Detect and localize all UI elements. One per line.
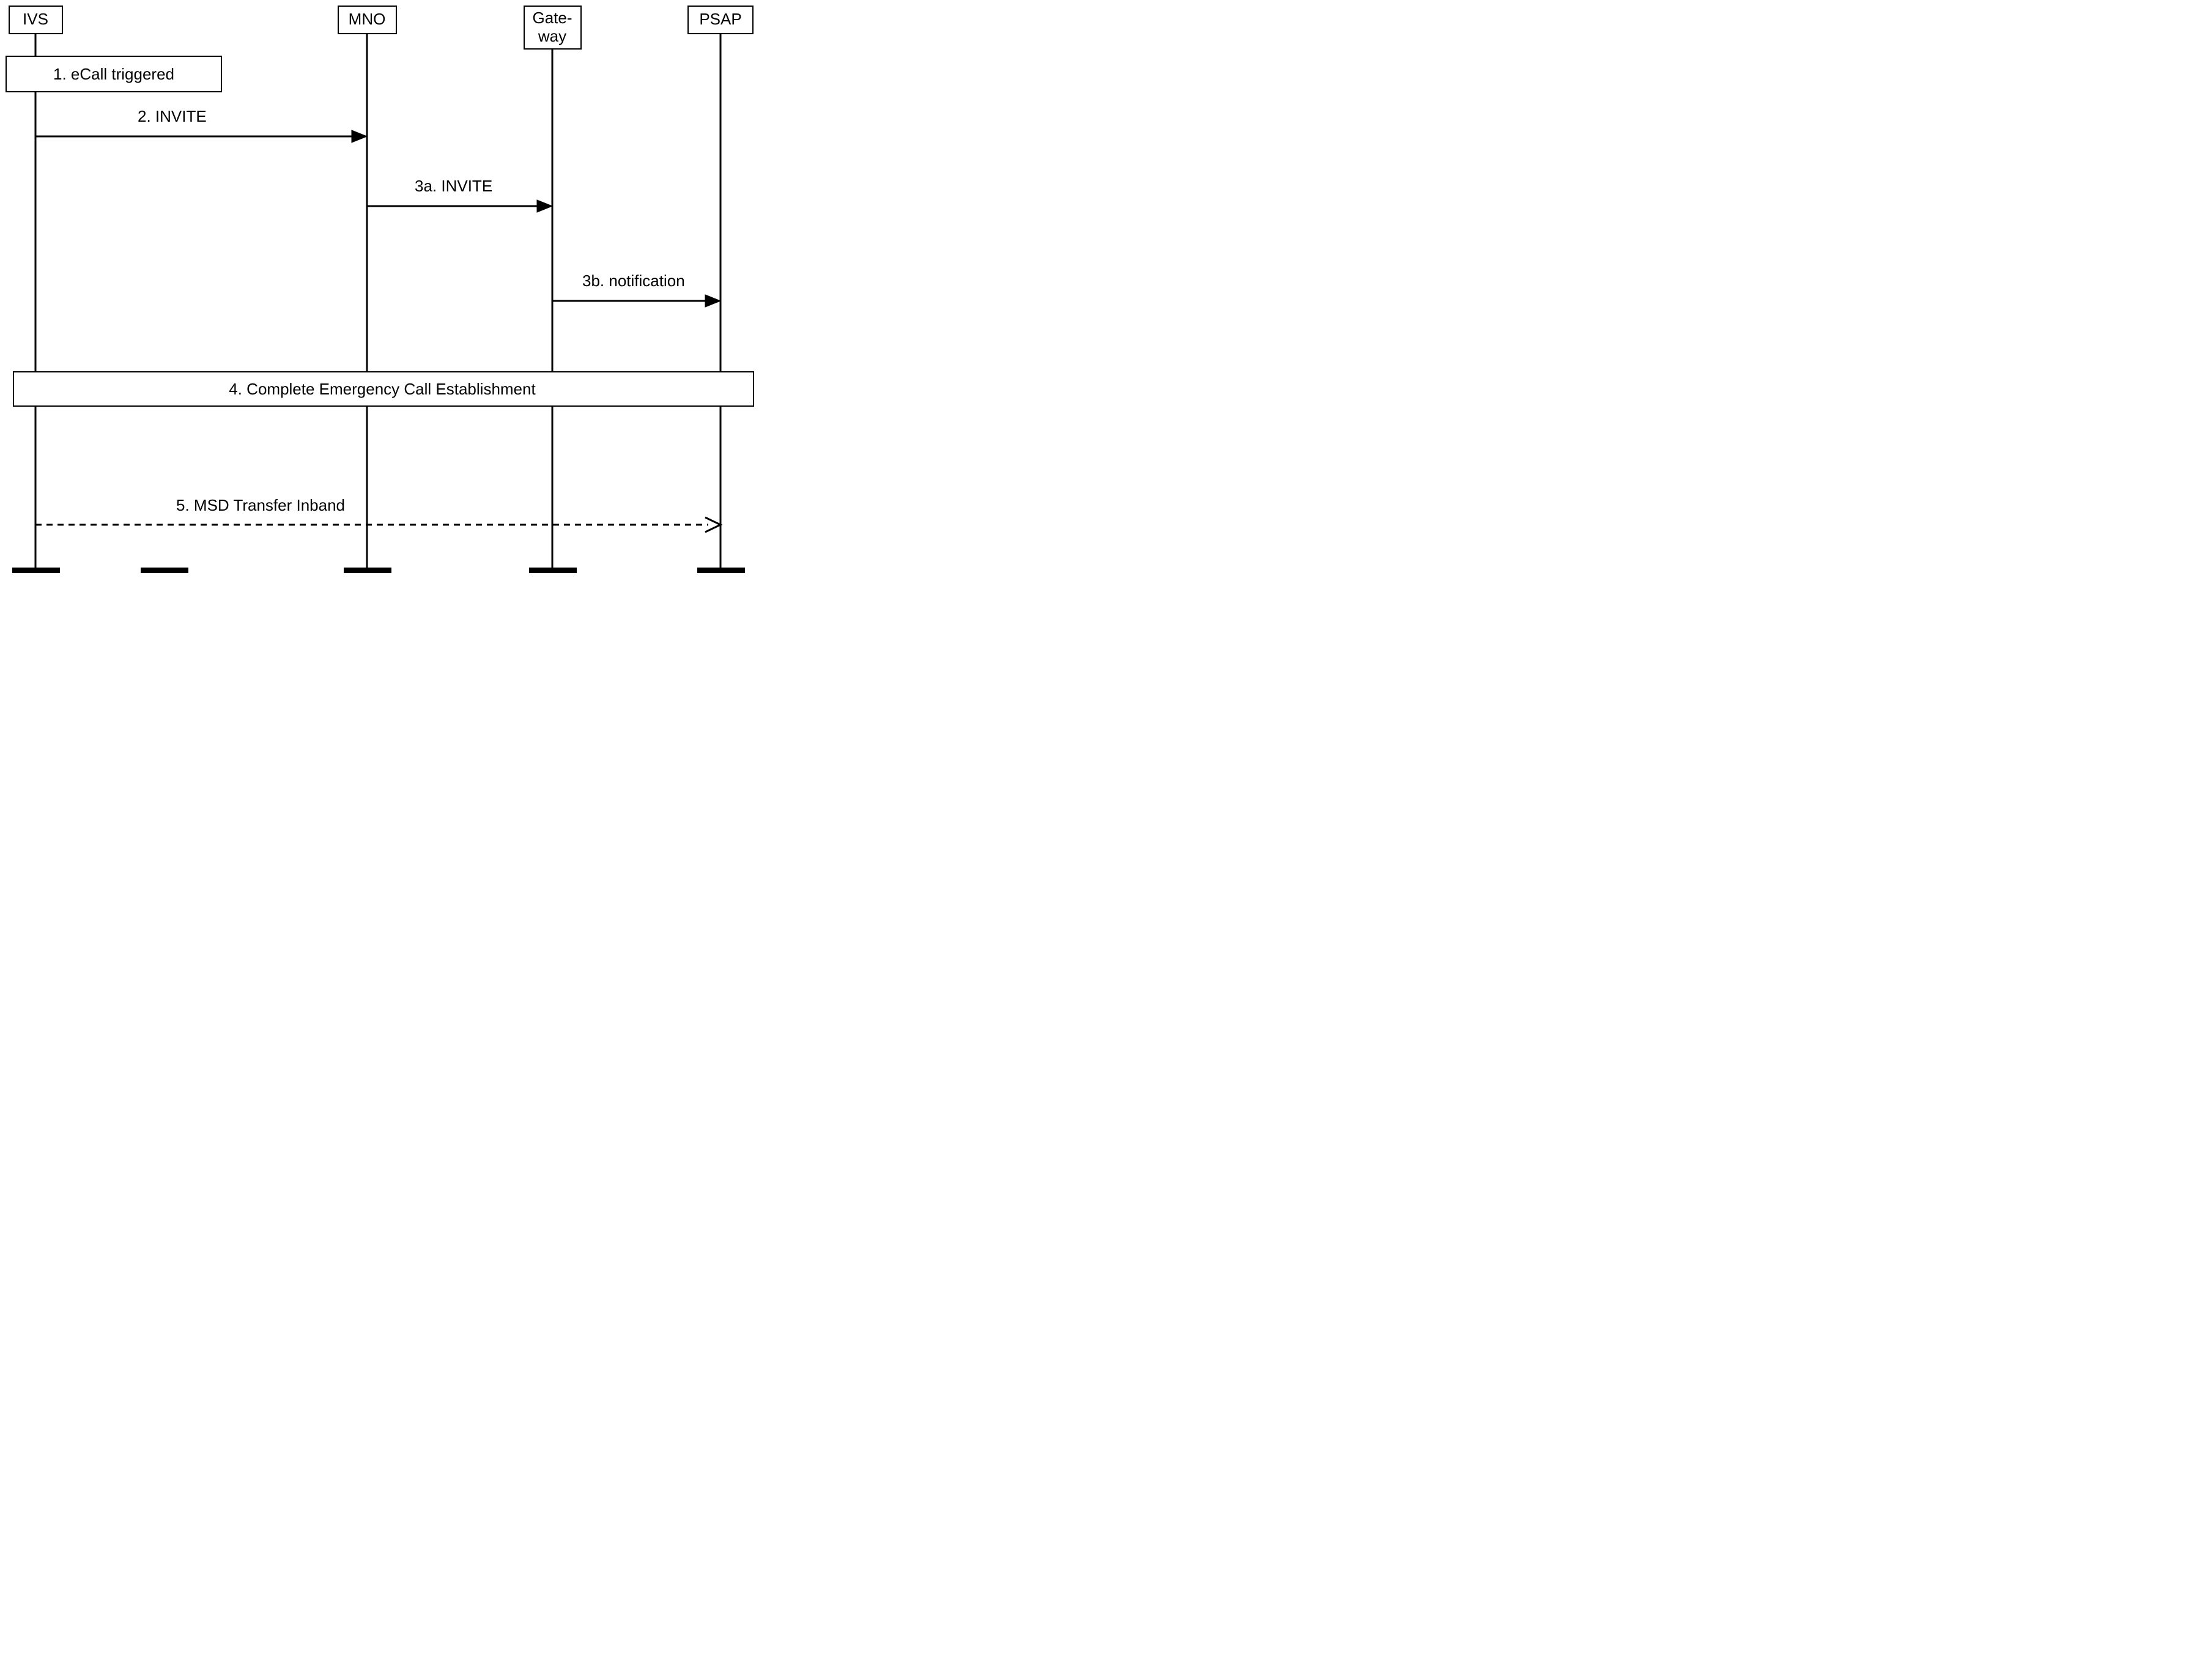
step2-label: 2. INVITE (138, 107, 207, 125)
step4-label: 4. Complete Emergency Call Establishment (229, 380, 536, 398)
step3b-label: 3b. notification (582, 272, 685, 290)
participant-label-mno: MNO (349, 10, 386, 28)
sequence-diagram: IVS MNO Gate- way PSAP 1. eCall triggere… (0, 0, 767, 588)
step3a-arrowhead (537, 200, 552, 212)
footbar-ivs (12, 568, 60, 573)
footbar-gateway (529, 568, 577, 573)
step1-label: 1. eCall triggered (53, 65, 174, 83)
footbar-mno (344, 568, 391, 573)
footbar-psap (697, 568, 745, 573)
participant-label-ivs: IVS (23, 10, 48, 28)
footbar-extra (141, 568, 188, 573)
step5-label: 5. MSD Transfer Inband (176, 496, 345, 514)
step3b-arrowhead (705, 295, 720, 307)
participant-label-psap: PSAP (699, 10, 741, 28)
step2-arrowhead (352, 130, 367, 142)
participant-label-gateway-line1: Gate- (532, 9, 572, 27)
participant-label-gateway-line2: way (538, 27, 566, 45)
step3a-label: 3a. INVITE (415, 177, 492, 195)
